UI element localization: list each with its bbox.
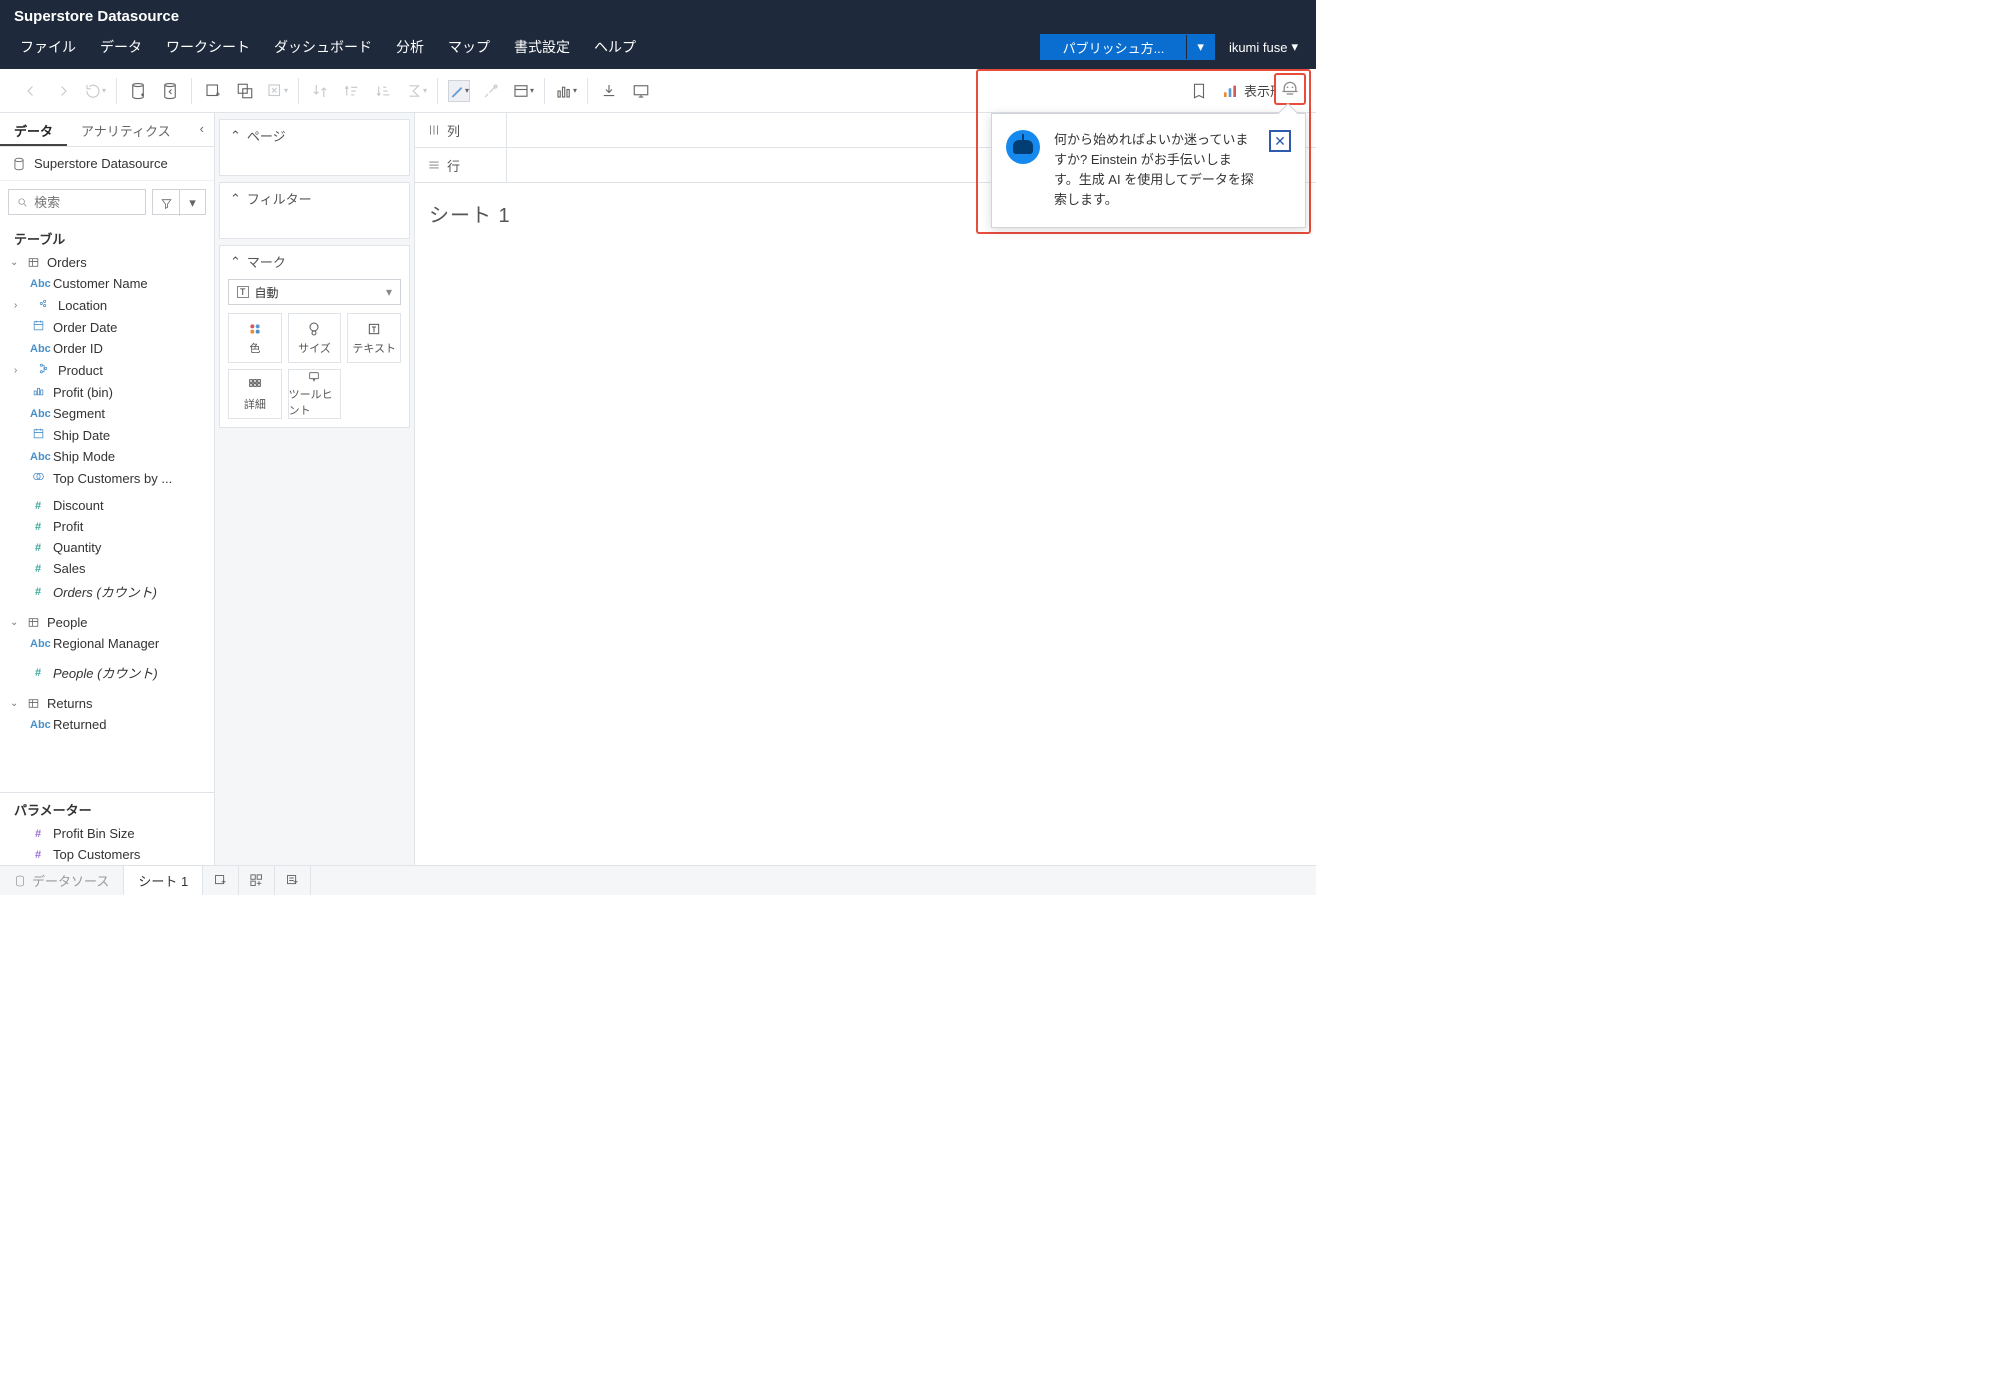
einstein-avatar-icon: [1006, 130, 1040, 164]
field-returned[interactable]: AbcReturned: [0, 714, 214, 735]
field-orders-[interactable]: #Orders (カウント): [0, 579, 214, 604]
sort-desc-button[interactable]: [373, 80, 395, 102]
show-labels-button[interactable]: ▾: [555, 80, 577, 102]
guide-icon[interactable]: [1188, 80, 1210, 102]
einstein-button[interactable]: [1274, 73, 1306, 105]
field-menu-button[interactable]: ▾: [179, 190, 205, 216]
param-top-customers[interactable]: #Top Customers: [0, 844, 214, 865]
swap-button[interactable]: [309, 80, 331, 102]
field-quantity[interactable]: #Quantity: [0, 537, 214, 558]
field-segment[interactable]: AbcSegment: [0, 403, 214, 424]
fields-tree: ⌄OrdersAbcCustomer Name›LocationOrder Da…: [0, 252, 214, 792]
marks-color[interactable]: 色: [228, 313, 282, 363]
marks-detail[interactable]: 詳細: [228, 369, 282, 419]
publish-button-label[interactable]: パブリッシュ方...: [1041, 35, 1187, 59]
redo-button[interactable]: [52, 80, 74, 102]
pages-shelf[interactable]: ⌃ページ: [220, 120, 409, 151]
einstein-popover-text: 何から始めればよいか迷っていますか? Einstein がお手伝いします。生成 …: [1054, 130, 1255, 211]
toolbar: ▾ ▾ ▾ ▾ ▾ ▾: [0, 69, 1316, 113]
menu-worksheet[interactable]: ワークシート: [154, 33, 262, 61]
menu-map[interactable]: マップ: [436, 33, 502, 61]
field-ship-mode[interactable]: AbcShip Mode: [0, 446, 214, 467]
tab-analytics[interactable]: アナリティクス: [67, 113, 185, 146]
main-menu: ファイル データ ワークシート ダッシュボード 分析 マップ 書式設定 ヘルプ: [8, 33, 648, 61]
search-input[interactable]: [8, 189, 146, 215]
filters-shelf[interactable]: ⌃フィルター: [220, 183, 409, 214]
param-profit-bin-size[interactable]: #Profit Bin Size: [0, 823, 214, 844]
field-profit-bin-[interactable]: Profit (bin): [0, 381, 214, 403]
menu-analysis[interactable]: 分析: [384, 33, 436, 61]
datasource-row[interactable]: Superstore Datasource: [0, 147, 214, 181]
sort-asc-button[interactable]: [341, 80, 363, 102]
new-dashboard-tab[interactable]: [239, 866, 275, 895]
datasource-tab[interactable]: データソース: [0, 866, 124, 895]
publish-button-dropdown[interactable]: ▾: [1186, 35, 1214, 59]
marks-text[interactable]: テキスト: [347, 313, 401, 363]
revert-button[interactable]: ▾: [84, 80, 106, 102]
totals-button[interactable]: ▾: [405, 80, 427, 102]
fit-button[interactable]: ▾: [512, 80, 534, 102]
tab-data[interactable]: データ: [0, 113, 67, 146]
sheet-tabs: データソース シート 1: [0, 865, 1316, 895]
sheet-tab-1[interactable]: シート 1: [124, 866, 203, 895]
group-button[interactable]: [480, 80, 502, 102]
clear-button[interactable]: ▾: [266, 80, 288, 102]
field-discount[interactable]: #Discount: [0, 495, 214, 516]
refresh-datasource-button[interactable]: [159, 80, 181, 102]
menu-help[interactable]: ヘルプ: [582, 33, 648, 61]
cards-column: ⌃ページ ⌃フィルター ⌃マーク T自動 ▾ 色 サイズ テキスト 詳細 ツール…: [215, 113, 415, 865]
field-product[interactable]: ›Product: [0, 359, 214, 381]
menu-data[interactable]: データ: [88, 33, 154, 61]
filter-fields-button[interactable]: [153, 190, 179, 216]
duplicate-button[interactable]: [234, 80, 256, 102]
workbook-title: Superstore Datasource: [0, 0, 1316, 27]
download-button[interactable]: [598, 80, 620, 102]
field-ship-date[interactable]: Ship Date: [0, 424, 214, 446]
field-profit[interactable]: #Profit: [0, 516, 214, 537]
field-top-customers-by-[interactable]: Top Customers by ...: [0, 467, 214, 489]
field-order-id[interactable]: AbcOrder ID: [0, 338, 214, 359]
marks-tooltip[interactable]: ツールヒント: [288, 369, 342, 419]
table-returns[interactable]: ⌄Returns: [0, 693, 214, 714]
new-worksheet-button[interactable]: [202, 80, 224, 102]
parameters-header: パラメーター: [0, 792, 214, 823]
mark-type-selector[interactable]: T自動 ▾: [228, 279, 401, 305]
table-people[interactable]: ⌄People: [0, 612, 214, 633]
einstein-popover-close[interactable]: ✕: [1269, 130, 1291, 152]
field-location[interactable]: ›Location: [0, 294, 214, 316]
user-menu[interactable]: ikumi fuse ▾: [1229, 39, 1298, 55]
tables-header: テーブル: [0, 223, 214, 252]
einstein-popover: 何から始めればよいか迷っていますか? Einstein がお手伝いします。生成 …: [991, 113, 1306, 228]
data-pane: データ アナリティクス ‹ Superstore Datasource ▾ テー…: [0, 113, 215, 865]
publish-button[interactable]: パブリッシュ方... ▾: [1040, 34, 1215, 60]
field-regional-manager[interactable]: AbcRegional Manager: [0, 633, 214, 654]
highlight-button[interactable]: ▾: [448, 80, 470, 102]
field-customer-name[interactable]: AbcCustomer Name: [0, 273, 214, 294]
new-datasource-button[interactable]: [127, 80, 149, 102]
marks-card: ⌃マーク: [220, 246, 409, 277]
menu-file[interactable]: ファイル: [8, 33, 88, 61]
undo-button[interactable]: [20, 80, 42, 102]
field-sales[interactable]: #Sales: [0, 558, 214, 579]
field-order-date[interactable]: Order Date: [0, 316, 214, 338]
new-worksheet-tab[interactable]: [203, 866, 239, 895]
field-people-[interactable]: #People (カウント): [0, 660, 214, 685]
canvas: 列 行 シート 1 何から始めればよいか迷っていますか? Einstein が: [415, 113, 1316, 865]
new-story-tab[interactable]: [275, 866, 311, 895]
table-orders[interactable]: ⌄Orders: [0, 252, 214, 273]
marks-size[interactable]: サイズ: [288, 313, 342, 363]
menu-format[interactable]: 書式設定: [502, 33, 582, 61]
menu-dashboard[interactable]: ダッシュボード: [262, 33, 384, 61]
collapse-pane-button[interactable]: ‹: [190, 113, 214, 146]
presentation-button[interactable]: [630, 80, 652, 102]
